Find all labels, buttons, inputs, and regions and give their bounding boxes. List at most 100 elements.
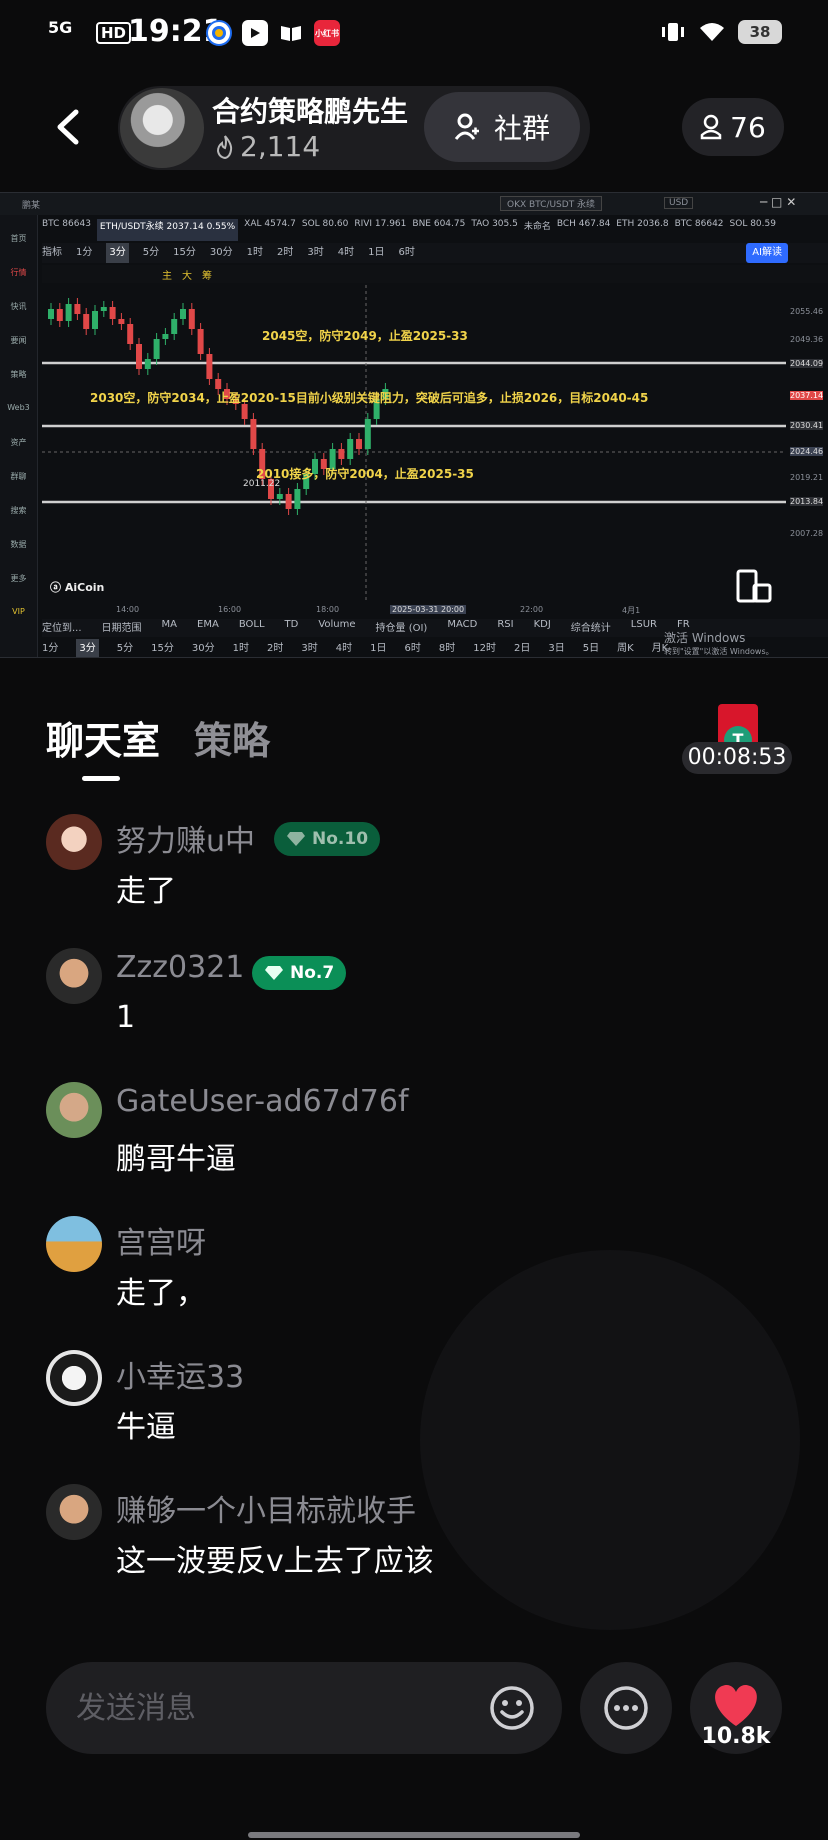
message-username[interactable]: Zzz0321 <box>116 950 244 985</box>
period-item[interactable]: 3时 <box>307 243 323 263</box>
period-item[interactable]: 6时 <box>398 243 414 263</box>
tab-strategy[interactable]: 策略 <box>194 710 270 765</box>
indicator[interactable]: TD <box>285 619 299 637</box>
tool-main[interactable]: 主 <box>162 267 172 282</box>
tool-chips[interactable]: 筹 <box>202 267 212 282</box>
ai-button[interactable]: AI解读 <box>746 243 788 263</box>
nav-item[interactable]: 要闻 <box>0 317 37 351</box>
ticker[interactable]: SOL 80.59 <box>730 219 776 241</box>
period-item[interactable]: 5分 <box>117 639 133 657</box>
rotate-screen-icon[interactable] <box>734 567 774 607</box>
ticker[interactable]: BNE 604.75 <box>412 219 465 241</box>
message-username[interactable]: 宫宫呀 <box>116 1218 206 1262</box>
nav-item[interactable]: 行情 <box>0 249 37 283</box>
nav-item[interactable]: VIP <box>0 589 37 623</box>
period-item[interactable]: 2时 <box>267 639 283 657</box>
period-item[interactable]: 1分 <box>42 639 58 657</box>
indicator[interactable]: MACD <box>447 619 477 637</box>
indicator[interactable]: 持仓量 (OI) <box>376 619 428 637</box>
tool-big[interactable]: 大 <box>182 267 192 282</box>
ticker[interactable]: XAL 4574.7 <box>244 219 296 241</box>
period-item[interactable]: 4时 <box>338 243 354 263</box>
back-button[interactable] <box>50 100 86 154</box>
avatar[interactable] <box>46 948 102 1004</box>
currency-select[interactable]: USD <box>664 197 694 209</box>
avatar[interactable] <box>46 1350 102 1406</box>
period-item[interactable]: 1分 <box>76 243 92 263</box>
nav-item[interactable]: 搜索 <box>0 487 37 521</box>
nav-item[interactable]: 数据 <box>0 521 37 555</box>
avatar[interactable] <box>46 1484 102 1540</box>
period-item[interactable]: 8时 <box>439 639 455 657</box>
indicator[interactable]: 综合统计 <box>571 619 611 637</box>
period-item[interactable]: 1日 <box>370 639 386 657</box>
ticker[interactable]: 未命名 <box>524 219 551 241</box>
period-item[interactable]: 5分 <box>143 243 159 263</box>
ticker[interactable]: RIVI 17.961 <box>354 219 406 241</box>
message-username[interactable]: GateUser-ad67d76f <box>116 1084 409 1119</box>
host-avatar[interactable] <box>120 88 204 168</box>
period-item[interactable]: 15分 <box>151 639 174 657</box>
indicator[interactable]: MA <box>162 619 177 637</box>
window-controls-icon[interactable]: ─ □ ✕ <box>760 195 796 209</box>
nav-item[interactable]: 快讯 <box>0 283 37 317</box>
period-item[interactable]: 15分 <box>173 243 196 263</box>
ticker[interactable]: ETH 2036.8 <box>616 219 668 241</box>
indicator[interactable]: 日期范围 <box>102 619 142 637</box>
more-button[interactable] <box>580 1662 672 1754</box>
message-username[interactable]: 赚够一个小目标就收手 <box>116 1486 416 1530</box>
period-item[interactable]: 1时 <box>247 243 263 263</box>
period-item[interactable]: 30分 <box>210 243 233 263</box>
indicator[interactable]: 定位到... <box>42 619 82 637</box>
viewer-count[interactable]: 76 <box>682 98 784 156</box>
message-username[interactable]: 努力赚u中 <box>116 816 255 860</box>
period-item[interactable]: 1时 <box>233 639 249 657</box>
price-tick: 2007.28 <box>790 529 824 538</box>
group-button[interactable]: 社群 <box>424 92 580 162</box>
message-input[interactable] <box>76 1686 476 1730</box>
avatar[interactable] <box>46 1216 102 1272</box>
nav-item[interactable]: 首页 <box>0 215 37 249</box>
chat-message: 努力赚u中 No.10 走了 <box>0 814 828 934</box>
ticker[interactable]: BTC 86642 <box>675 219 724 241</box>
period-item[interactable]: 12时 <box>473 639 496 657</box>
nav-item[interactable]: 资产 <box>0 419 37 453</box>
ticker[interactable]: BCH 467.84 <box>557 219 610 241</box>
indicator[interactable]: KDJ <box>534 619 551 637</box>
ticker[interactable]: BTC 86643 <box>42 219 91 241</box>
indicator[interactable]: BOLL <box>239 619 265 637</box>
period-item[interactable]: 5日 <box>583 639 599 657</box>
emoji-button[interactable] <box>488 1684 536 1732</box>
period-item[interactable]: 6时 <box>404 639 420 657</box>
indicator[interactable]: RSI <box>497 619 513 637</box>
indicator[interactable]: LSUR <box>631 619 657 637</box>
chart-search[interactable]: OKX BTC/USDT 永续 <box>500 196 603 211</box>
indicator[interactable]: EMA <box>197 619 219 637</box>
nav-item[interactable]: Web3 <box>0 385 37 419</box>
tab-chatroom[interactable]: 聊天室 <box>46 710 160 765</box>
period-item[interactable]: 指标 <box>42 243 62 263</box>
period-item[interactable]: 1日 <box>368 243 384 263</box>
shared-chart-screen[interactable]: 鹏某 OKX BTC/USDT 永续 USD ─ □ ✕ 首页 行情 快讯 要闻… <box>0 192 828 658</box>
nav-item[interactable]: 更多 <box>0 555 37 589</box>
host-likes-count: 2,114 <box>240 130 321 163</box>
period-item[interactable]: 2日 <box>514 639 530 657</box>
nav-item[interactable]: 策略 <box>0 351 37 385</box>
period-item[interactable]: 30分 <box>192 639 215 657</box>
period-item[interactable]: 3时 <box>301 639 317 657</box>
avatar[interactable] <box>46 1082 102 1138</box>
ticker[interactable]: ETH/USDT永续 2037.14 0.55% <box>96 219 239 241</box>
period-item[interactable]: 4时 <box>336 639 352 657</box>
period-item[interactable]: 2时 <box>277 243 293 263</box>
message-username[interactable]: 小幸运33 <box>116 1352 244 1396</box>
ticker[interactable]: SOL 80.60 <box>302 219 348 241</box>
message-input-bar[interactable] <box>46 1662 562 1754</box>
indicator[interactable]: Volume <box>318 619 355 637</box>
avatar[interactable] <box>46 814 102 870</box>
period-item-selected[interactable]: 3分 <box>106 243 129 263</box>
ticker[interactable]: TAO 305.5 <box>471 219 518 241</box>
period-item[interactable]: 周K <box>617 639 634 657</box>
period-item-selected[interactable]: 3分 <box>76 639 99 657</box>
nav-item[interactable]: 群聊 <box>0 453 37 487</box>
period-item[interactable]: 3日 <box>548 639 564 657</box>
